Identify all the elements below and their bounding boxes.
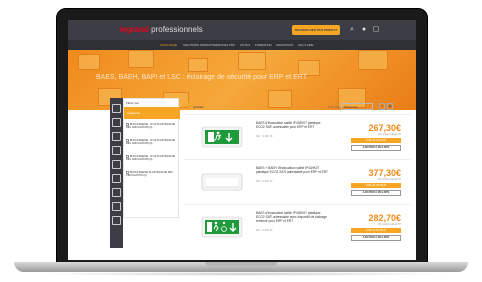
search-icon[interactable]: ⌕ <box>348 26 356 34</box>
sort-select[interactable]: Pertinence <box>341 103 373 110</box>
view-product-button[interactable]: VOIR LE PRODUIT <box>351 183 401 188</box>
category-icon[interactable] <box>112 202 121 211</box>
hero-cube <box>238 52 266 70</box>
hero-cube <box>358 50 388 70</box>
filter-panel: Filtrer par Catégorie BLOCS BAES/E - IP … <box>123 98 180 218</box>
laptop-base-notch <box>205 262 277 266</box>
product-title[interactable]: BAES d'évacuation saillie IP43/IK07 plas… <box>256 121 328 129</box>
logo-brand: legrand <box>120 25 149 34</box>
filter-option-label: BLOCS BAES/E - IP 42 PLASTIQUE DE DEV CI… <box>126 139 176 146</box>
filter-option[interactable]: BLOCS BAES/E PLASTIQUE DE DEV CIRCULATIO… <box>126 171 176 178</box>
search-by-product-button[interactable]: RECHERCHER PAR PRODUIT <box>292 25 340 35</box>
nav-item-outils[interactable]: OUTILS <box>240 43 250 47</box>
hero-title: BAES, BAEH, BAPI et LSC : éclairage de s… <box>96 74 308 81</box>
product-image-exit-sign[interactable] <box>201 123 243 151</box>
category-icon[interactable] <box>112 216 121 225</box>
results-count-label: produits <box>193 105 204 109</box>
brand-logo[interactable]: legrand professionnels <box>120 25 203 34</box>
category-icon[interactable] <box>112 146 121 155</box>
product-price-note: Prix public indicatif HT <box>378 224 401 226</box>
product-price-note: Prix public indicatif HT <box>378 134 401 136</box>
sort-label: Trier par <box>328 105 340 109</box>
leaf-icon[interactable] <box>112 104 121 113</box>
filter-option[interactable]: BLOCS BAES/E - IP 42 PLASTIQUE DE DEV CI… <box>126 139 176 146</box>
product-price-note: Prix public indicatif HT <box>378 179 401 181</box>
logo-suffix: professionnels <box>151 25 203 34</box>
category-icon[interactable] <box>112 118 121 127</box>
filter-selected-category[interactable]: Catégorie <box>124 107 180 119</box>
product-card: BAES + BAEH d'évacuation saillie IP43/IK… <box>183 159 411 204</box>
grid-view-icon[interactable]: ▦ <box>387 103 393 110</box>
hero-cube <box>78 54 100 70</box>
laptop-shadow <box>30 272 452 276</box>
filter-option[interactable]: BLOCS BAES/E - IP 42 PLASTIQUE DE DEV CI… <box>126 155 176 162</box>
product-card: BAES d'évacuation saillie IP43/IK07 plas… <box>183 204 411 249</box>
nav-item-faq[interactable]: FAQ & AIDE <box>298 43 313 47</box>
nav-item-services[interactable]: SERVICES PRO <box>214 43 235 47</box>
category-icon[interactable] <box>112 188 121 197</box>
filter-option-label: BLOCS BAES/E - IP 42 PLASTIQUE DE DEV CI… <box>126 155 176 162</box>
laptop-mockup: legrand professionnels RECHERCHER PAR PR… <box>0 0 482 282</box>
product-reference: Réf. : 0 626 34 <box>256 229 273 232</box>
hero-cube <box>188 58 208 72</box>
view-product-button[interactable]: VOIR LE PRODUIT <box>351 138 401 143</box>
category-icon[interactable] <box>112 174 121 183</box>
top-header: legrand professionnels RECHERCHER PAR PR… <box>68 20 416 40</box>
nav-item-innovation[interactable]: INNOVATION <box>276 43 293 47</box>
product-price: 282,70€ <box>368 213 401 223</box>
icon-sidebar <box>110 98 123 248</box>
list-view-icon[interactable]: ≡ <box>379 103 385 110</box>
nav-item-catalogue[interactable]: CATALOGUE <box>160 43 177 47</box>
results-count: 14 <box>183 103 190 109</box>
nav-item-formation[interactable]: FORMATION <box>255 43 272 47</box>
filter-option[interactable]: BLOCS BAES/E - IP 43 PLASTIQUE DE DEV CI… <box>126 123 176 130</box>
cart-icon[interactable]: ▢ <box>372 26 380 34</box>
results-area: 14 produits Trier par Pertinence ≡ ▦ BAE… <box>183 98 411 260</box>
category-icon[interactable] <box>112 160 121 169</box>
product-reference: Réf. : 0 626 32 <box>256 180 273 183</box>
view-product-button[interactable]: VOIR LE PRODUIT <box>351 228 401 233</box>
add-to-list-button[interactable]: AJOUTER À MA LISTE <box>351 145 401 151</box>
filter-option-label: BLOCS BAES/E - IP 43 PLASTIQUE DE DEV CI… <box>126 123 176 130</box>
browser-screen: legrand professionnels RECHERCHER PAR PR… <box>68 20 416 260</box>
product-title[interactable]: BAES + BAEH d'évacuation saillie IP43/IK… <box>256 166 328 174</box>
add-to-list-button[interactable]: AJOUTER À MA LISTE <box>351 235 401 241</box>
filter-option-label: BLOCS BAES/E PLASTIQUE DE DEV CIRCULATIO… <box>126 171 173 178</box>
product-reference: Réf. : 0 626 28 <box>256 135 273 138</box>
filter-header: Filtrer par <box>126 101 139 105</box>
product-price: 267,30€ <box>368 123 401 133</box>
results-toolbar: 14 produits Trier par Pertinence ≡ ▦ <box>183 103 411 111</box>
user-icon[interactable]: ● <box>360 26 368 34</box>
product-card: BAES d'évacuation saillie IP43/IK07 plas… <box>183 114 411 159</box>
main-nav: CATALOGUE SOLUTIONS PRODUITS SERVICES PR… <box>68 40 416 50</box>
hero-cube <box>128 50 154 68</box>
product-title[interactable]: BAES d'évacuation saillie IP43/IK07 plas… <box>256 211 328 223</box>
product-price: 377,30€ <box>368 168 401 178</box>
category-icon[interactable] <box>112 132 121 141</box>
product-image-accessible-exit-sign[interactable] <box>201 213 243 241</box>
product-image-lamp[interactable] <box>201 168 243 196</box>
nav-item-solutions[interactable]: SOLUTIONS PRODUITS <box>183 43 214 47</box>
add-to-list-button[interactable]: AJOUTER À MA LISTE <box>351 190 401 196</box>
